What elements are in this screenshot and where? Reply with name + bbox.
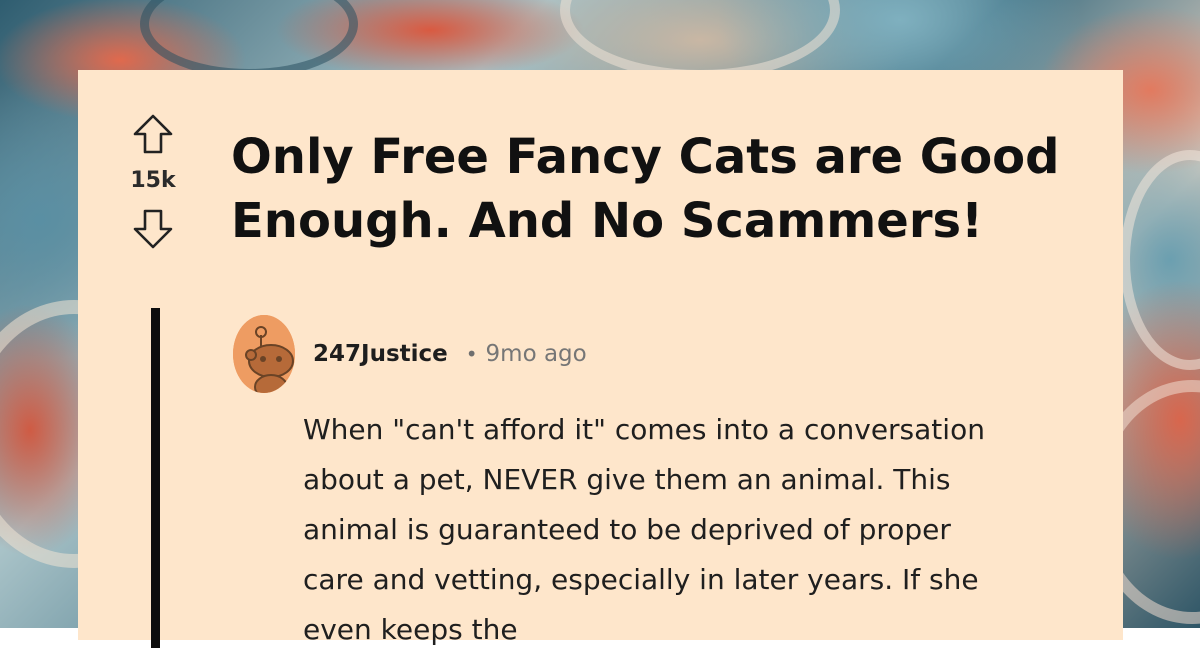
- comment-header: 247Justice • 9mo ago: [233, 315, 587, 393]
- background-swirl: [140, 0, 358, 78]
- reddit-snoo-avatar-icon: [233, 315, 295, 393]
- vote-score: 15k: [130, 168, 176, 193]
- comment-timestamp[interactable]: 9mo ago: [486, 341, 587, 367]
- comment-thread-line[interactable]: [151, 308, 160, 648]
- comment-username[interactable]: 247Justice: [313, 341, 448, 367]
- upvote-arrow-icon[interactable]: [131, 112, 175, 156]
- meta-separator: •: [465, 342, 478, 366]
- background-swirl: [560, 0, 840, 80]
- post-title[interactable]: Only Free Fancy Cats are Good Enough. An…: [231, 125, 1101, 253]
- background-swirl: [1120, 150, 1200, 370]
- post-card: 15k Only Free Fancy Cats are Good Enough…: [78, 70, 1123, 648]
- comment-body: When "can't afford it" comes into a conv…: [303, 413, 985, 646]
- vote-column: 15k: [118, 112, 188, 251]
- user-avatar[interactable]: [233, 315, 295, 393]
- downvote-arrow-icon[interactable]: [131, 207, 175, 251]
